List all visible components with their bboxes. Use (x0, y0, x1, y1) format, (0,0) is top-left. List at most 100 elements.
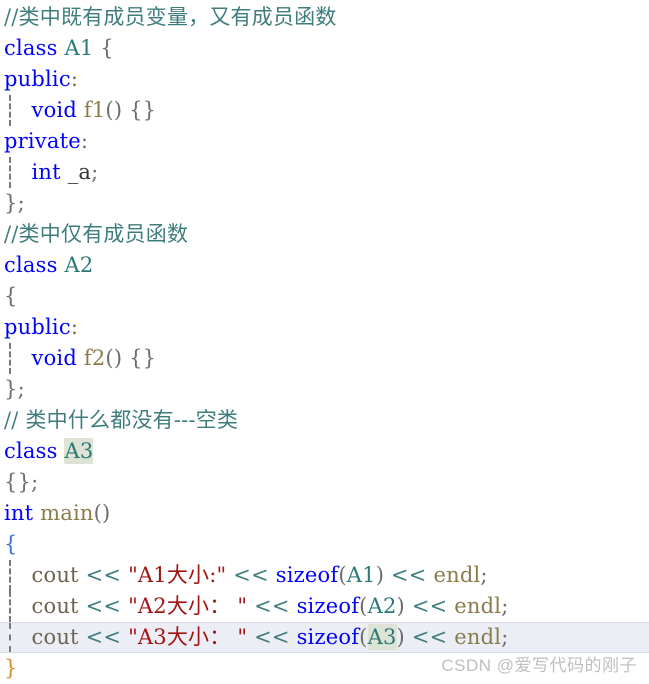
code-lines-container[interactable]: //类中既有成员变量，又有成员函数 class A1 {public: void … (0, 0, 649, 684)
code-token: f1 (83, 98, 106, 122)
code-line[interactable]: class A1 { (0, 33, 649, 64)
code-token: A2 (64, 253, 94, 277)
code-token: : (80, 129, 89, 153)
code-token: << (233, 563, 269, 587)
code-token: endl (433, 563, 481, 587)
code-token: { (100, 36, 114, 60)
code-token: cout (31, 594, 79, 618)
code-token: ; (501, 594, 509, 618)
code-token: << (85, 625, 122, 649)
code-line[interactable]: int main() (0, 498, 649, 529)
code-token: } (4, 656, 18, 680)
code-token: ; (17, 377, 25, 401)
code-line[interactable]: { (0, 281, 649, 312)
code-line[interactable]: }; (0, 188, 649, 219)
code-token: endl (454, 594, 502, 618)
code-token: class (4, 36, 58, 60)
code-line[interactable]: public: (0, 64, 649, 95)
code-token: } (4, 191, 18, 215)
code-line[interactable]: }; (0, 374, 649, 405)
code-line[interactable]: int _a; (0, 157, 649, 188)
code-token: sizeof (275, 563, 339, 587)
code-token: ; (31, 470, 39, 494)
code-token: ; (17, 191, 25, 215)
highlighted-token: A3 (64, 438, 94, 464)
code-token: endl (454, 625, 502, 649)
code-token: ( (338, 563, 347, 587)
code-token: A2 (367, 594, 397, 618)
code-line[interactable]: { (0, 529, 649, 560)
code-token: () (105, 98, 123, 122)
code-editor[interactable]: //类中既有成员变量，又有成员函数 class A1 {public: void … (0, 0, 649, 682)
code-token: cout (31, 563, 79, 587)
code-token: {} (129, 346, 157, 370)
code-token: << (411, 625, 448, 649)
code-token: void (31, 346, 77, 370)
code-token: << (411, 594, 448, 618)
highlighted-token: A3 (367, 624, 397, 650)
code-token: f2 (83, 346, 106, 370)
code-token: } (4, 377, 18, 401)
code-token: ( (359, 625, 368, 649)
code-token: //类中既有成员变量，又有成员函数 (4, 5, 337, 29)
code-token: "A3大小： " (128, 625, 248, 649)
code-token: << (85, 563, 122, 587)
code-token: //类中仅有成员函数 (4, 222, 189, 246)
code-line[interactable]: cout << "A3大小： " << sizeof(A3) << endl; (0, 622, 649, 653)
code-token: ( (359, 594, 368, 618)
code-token: class (4, 439, 58, 463)
code-token: A1 (346, 563, 376, 587)
code-line[interactable]: cout << "A1大小:" << sizeof(A1) << endl; (0, 560, 649, 591)
code-token: sizeof (296, 594, 360, 618)
code-line[interactable]: cout << "A2大小： " << sizeof(A2) << endl; (0, 591, 649, 622)
code-token: << (391, 563, 427, 587)
code-token: {} (4, 470, 32, 494)
code-token: void (31, 98, 77, 122)
code-token: "A2大小： " (128, 594, 248, 618)
code-line[interactable]: class A3 (0, 436, 649, 467)
code-line[interactable]: class A2 (0, 250, 649, 281)
code-line[interactable]: // 类中什么都没有---空类 (0, 405, 649, 436)
code-line[interactable]: //类中既有成员变量，又有成员函数 (0, 2, 649, 33)
code-token: _a (67, 160, 92, 184)
code-token: () (93, 501, 111, 525)
code-token: << (254, 594, 290, 618)
code-token: // 类中什么都没有---空类 (4, 408, 239, 432)
code-token: private (4, 129, 81, 153)
code-token: ; (91, 160, 99, 184)
code-line[interactable]: {}; (0, 467, 649, 498)
code-token: public (4, 67, 71, 91)
code-token: main (40, 501, 94, 525)
code-line[interactable]: void f1() {} (0, 95, 649, 126)
csdn-watermark: CSDN @爱写代码的刚子 (441, 656, 637, 675)
code-token: << (254, 625, 290, 649)
code-token: class (4, 253, 58, 277)
code-token: public (4, 315, 71, 339)
code-token: int (31, 160, 61, 184)
code-line[interactable]: void f2() {} (0, 343, 649, 374)
code-token: ) (375, 563, 385, 587)
code-line[interactable]: //类中仅有成员函数 (0, 219, 649, 250)
code-token: ) (396, 625, 405, 649)
code-token: ) (396, 594, 405, 618)
code-token: cout (31, 625, 79, 649)
code-token: sizeof (296, 625, 360, 649)
code-line[interactable]: private: (0, 126, 649, 157)
code-token: A1 (64, 36, 94, 60)
code-line[interactable]: public: (0, 312, 649, 343)
